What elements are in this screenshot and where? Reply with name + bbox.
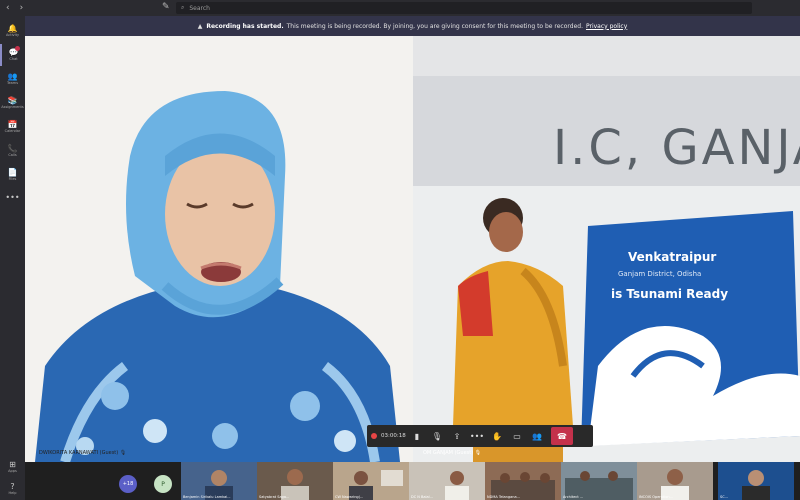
banner-title: Recording has started. <box>206 22 284 30</box>
rail-item-calendar[interactable]: 📅 Calendar <box>0 116 25 138</box>
thumb-label: INCOIS Operation... <box>639 495 673 499</box>
rail-item-activity[interactable]: 🔔 Activity <box>0 20 25 42</box>
room-video: I.C, GANJA Venkatraipur Ganjam District,… <box>413 36 800 462</box>
nav-arrows: ‹ › <box>6 3 23 13</box>
teams-icon: 👥 <box>7 72 18 81</box>
camera-button[interactable]: ▮ <box>407 425 427 447</box>
forward-arrow-icon[interactable]: › <box>20 3 24 13</box>
participant-thumb[interactable]: Benjamin Sirikalu Lamkai... <box>181 462 257 500</box>
recording-timer: 03:00:18 <box>371 433 407 439</box>
thumb-label: CW Nawaring(... <box>335 495 364 499</box>
back-arrow-icon[interactable]: ‹ <box>6 3 10 13</box>
mic-muted-icon: 🎙 <box>474 450 482 456</box>
file-icon: 📄 <box>7 168 18 177</box>
search-input[interactable]: ⌕ Search <box>176 2 752 14</box>
hang-up-button[interactable]: ☎ <box>551 427 573 445</box>
unread-badge <box>15 46 20 51</box>
participant-thumb[interactable]: INCOIS Operation... <box>637 462 713 500</box>
raise-hand-button[interactable]: ✋ <box>487 425 507 447</box>
thumb-label: SC... <box>720 495 729 499</box>
people-icon: 👥 <box>532 431 542 441</box>
more-actions-button[interactable]: ••• <box>467 425 487 447</box>
thumb-label: DC N Balal... <box>411 495 433 499</box>
video-tile-speaker[interactable]: DWIKORITA KARNAWATI (Guest) 🎙 <box>25 36 413 462</box>
privacy-policy-link[interactable]: Privacy policy <box>586 23 627 30</box>
camera-icon: ▮ <box>414 431 420 441</box>
mute-button[interactable]: 🎙 <box>427 425 447 447</box>
calendar-icon: 📅 <box>7 120 18 129</box>
rail-item-files[interactable]: 📄 Files <box>0 164 25 186</box>
participant-name-left: DWIKORITA KARNAWATI (Guest) 🎙 <box>39 450 127 456</box>
share-button[interactable]: ⇪ <box>447 425 467 447</box>
more-icon: ••• <box>5 192 20 202</box>
participant-name-right: OM GANJAM (Guest) 🎙 <box>423 450 482 456</box>
sign-line3: is Tsunami Ready <box>611 287 728 301</box>
search-icon: ⌕ <box>181 4 185 11</box>
participants-button[interactable]: 👥 <box>527 425 547 447</box>
assignments-icon: 📚 <box>7 96 18 105</box>
thumb-label: NDMA Telangana... <box>487 495 520 499</box>
banner-text: This meeting is being recorded. By joini… <box>286 22 583 30</box>
mic-off-icon: 🎙 <box>431 431 443 441</box>
rail-item-more[interactable]: ••• <box>0 186 25 208</box>
hand-icon: ✋ <box>492 431 502 441</box>
alert-icon: ▲ <box>197 22 203 30</box>
phone-hangup-icon: ☎ <box>557 431 567 441</box>
thumb-label: Architect ... <box>563 495 584 499</box>
share-icon: ⇪ <box>453 431 461 441</box>
apps-icon: ⊞ <box>9 460 16 469</box>
search-placeholder: Search <box>189 4 210 12</box>
avatar[interactable]: P <box>154 475 172 493</box>
participant-thumb[interactable]: CW Nawaring(... <box>333 462 409 500</box>
rail-item-teams[interactable]: 👥 Teams <box>0 68 25 90</box>
more-icon: ••• <box>469 431 485 441</box>
call-controls: 03:00:18 ▮ 🎙 ⇪ ••• ✋ ▭ 👥 ☎ <box>367 425 593 447</box>
phone-icon: 📞 <box>7 144 18 153</box>
thumb-label: Satyabrat Saga... <box>259 495 290 499</box>
compose-icon[interactable]: ✎ <box>162 2 174 14</box>
app-rail: 🔔 Activity 💬 Chat 👥 Teams 📚 Assignments … <box>0 16 25 500</box>
participant-thumb[interactable]: Satyabrat Saga... <box>257 462 333 500</box>
bell-icon: 🔔 <box>7 24 18 33</box>
recording-icon <box>371 433 377 439</box>
speaker-video <box>25 36 413 462</box>
thumb-label: Benjamin Sirikalu Lamkai... <box>183 495 231 499</box>
participant-thumb[interactable]: NDMA Telangana... <box>485 462 561 500</box>
help-icon: ? <box>10 482 15 491</box>
rail-item-calls[interactable]: 📞 Calls <box>0 140 25 162</box>
rail-item-help[interactable]: ? Help <box>0 478 25 500</box>
chat-button[interactable]: ▭ <box>507 425 527 447</box>
participant-thumb[interactable]: SC... <box>718 462 794 500</box>
recording-banner: ▲ Recording has started. This meeting is… <box>25 16 800 36</box>
rail-item-assignments[interactable]: 📚 Assignments <box>0 92 25 114</box>
rail-item-apps[interactable]: ⊞ Apps <box>0 456 25 478</box>
mic-muted-icon: 🎙 <box>119 450 127 456</box>
sign-line2: Ganjam District, Odisha <box>618 270 701 278</box>
wall-text: I.C, GANJA <box>553 120 800 176</box>
sign-line1: Venkatraipur <box>628 250 716 264</box>
video-tile-room[interactable]: I.C, GANJA Venkatraipur Ganjam District,… <box>413 36 800 462</box>
overflow-participants[interactable]: +18 <box>119 475 137 493</box>
participant-thumb[interactable]: DC N Balal... <box>409 462 485 500</box>
chat-icon: ▭ <box>513 431 521 441</box>
participant-thumb[interactable]: Architect ... <box>561 462 637 500</box>
title-bar: ‹ › ✎ ⌕ Search <box>0 0 800 16</box>
rail-item-chat[interactable]: 💬 Chat <box>0 44 25 66</box>
